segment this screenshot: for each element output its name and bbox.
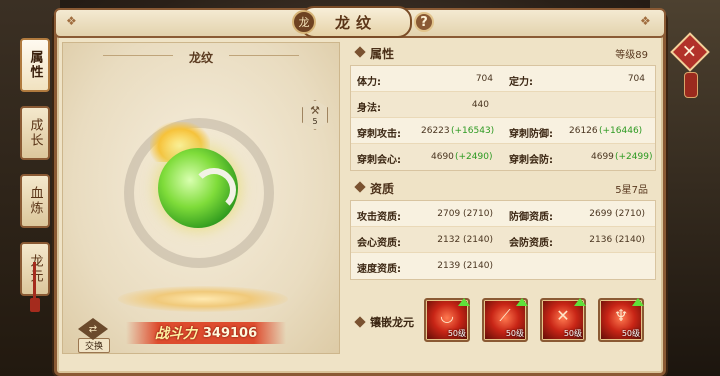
- stat-row: 穿刺会心: 4690 (+2490) 穿刺会防: 4699 (+2499): [351, 144, 655, 170]
- stat-label: 穿刺会心:: [357, 155, 401, 166]
- fire-bowl-icon: ◡: [440, 306, 454, 325]
- corner-knot-icon: ❖: [640, 14, 651, 28]
- level-text: 等级89: [615, 50, 648, 61]
- stat-value: 2699 (2710): [589, 208, 645, 219]
- stat-label: 攻击资质:: [357, 211, 401, 223]
- display-platform: [118, 286, 288, 312]
- tab-growth[interactable]: 成长: [20, 106, 50, 160]
- diamond-bullet-icon: [354, 181, 366, 193]
- stat-bonus: (+2499): [615, 152, 653, 162]
- tab-attributes[interactable]: 属性: [20, 38, 50, 92]
- help-button[interactable]: ?: [414, 12, 434, 32]
- tassel-decoration: [33, 262, 36, 302]
- upgrade-arrow-icon: [574, 298, 586, 306]
- upgrade-arrow-icon: [458, 298, 470, 306]
- stat-label: 定力:: [509, 76, 533, 88]
- stat-row: 会心资质: 2132 (2140) 会防资质: 2136 (2140): [351, 227, 655, 253]
- quality-title: 资质: [370, 182, 395, 196]
- corner-knot-icon: ❖: [66, 14, 77, 28]
- stat-value: 4690: [431, 152, 454, 162]
- gem-slot[interactable]: ⟋ 50级: [482, 298, 528, 342]
- attributes-title: 属性: [370, 47, 395, 61]
- stat-label: 会心资质:: [357, 237, 401, 249]
- stat-label: 穿刺防御:: [509, 128, 553, 140]
- gem-slot[interactable]: ✕ 50级: [540, 298, 586, 342]
- swap-button[interactable]: ⇄ 交换: [78, 318, 110, 353]
- stat-value: 2136 (2140): [589, 234, 645, 245]
- combat-power: 战斗力 349106: [126, 322, 286, 344]
- hammer-icon: ⚒: [310, 103, 320, 117]
- showcase-title: 龙纹: [188, 51, 213, 65]
- quality-table: 攻击资质: 2709 (2710) 防御资质: 2699 (2710) 会心资质: 2…: [350, 200, 656, 280]
- stat-value: 2709 (2710): [437, 208, 493, 219]
- close-icon: ✕: [682, 41, 698, 63]
- stat-value: 2132 (2140): [437, 234, 493, 245]
- stat-value: 2139 (2140): [437, 261, 493, 271]
- stat-value: 704: [627, 73, 645, 84]
- stat-value: 704: [475, 73, 493, 84]
- title-divider: [229, 55, 299, 56]
- combat-power-value: 349106: [202, 325, 258, 341]
- attributes-table: 体力: 704 定力: 704 身法: 440 穿刺攻击: 26223 (+16543) …: [350, 65, 656, 171]
- tab-blood-refine[interactable]: 血炼: [20, 174, 50, 228]
- stat-bonus: (+16543): [451, 125, 495, 136]
- inlay-title: 镶嵌龙元: [370, 316, 414, 329]
- stat-label: 穿刺会防:: [509, 155, 553, 166]
- dragon-emblem-icon: 龙: [292, 10, 316, 34]
- swap-label: 交换: [78, 338, 110, 353]
- fire-cross-icon: ✕: [556, 306, 570, 325]
- stat-bonus: (+16446): [599, 125, 643, 136]
- gem-level: 50级: [505, 329, 524, 338]
- tassel-decoration: [30, 298, 40, 312]
- enhance-level: 5: [312, 116, 318, 126]
- stat-value: 440: [471, 99, 489, 110]
- quality-grade: 5星7品: [615, 185, 648, 196]
- stat-row: 攻击资质: 2709 (2710) 防御资质: 2699 (2710): [351, 201, 655, 227]
- stat-value: 26126: [569, 125, 598, 136]
- side-tabs: 属性 成长 血炼 龙元: [20, 38, 52, 310]
- stat-bonus: (+2490): [455, 152, 493, 162]
- swirl-effect: [192, 168, 236, 212]
- inlay-section: 镶嵌龙元 ◡ 50级 ⟋ 50级 ✕ 50级 ♆ 50级: [350, 298, 656, 350]
- combat-power-label: 战斗力: [154, 326, 197, 342]
- stat-label: 体力:: [357, 76, 381, 88]
- fire-claw-icon: ⟋: [499, 306, 511, 325]
- stat-label: 防御资质:: [509, 211, 553, 223]
- stat-row: 穿刺攻击: 26223 (+16543) 穿刺防御: 26126 (+16446): [351, 118, 655, 144]
- upgrade-arrow-icon: [632, 298, 644, 306]
- diamond-bullet-icon: [354, 316, 366, 328]
- stat-row: 体力: 704 定力: 704: [351, 66, 655, 92]
- title-plaque: 龙纹: [300, 6, 412, 38]
- attributes-header: 属性 等级89: [350, 42, 656, 62]
- lantern-icon: [684, 72, 698, 98]
- gem-level: 50级: [621, 329, 640, 338]
- upgrade-arrow-icon: [516, 298, 528, 306]
- gem-slot[interactable]: ♆ 50级: [598, 298, 644, 342]
- fire-warrior-icon: ♆: [613, 306, 629, 325]
- stat-value: 26223: [421, 125, 450, 136]
- stat-label: 穿刺攻击:: [357, 128, 401, 140]
- gem-level: 50级: [447, 329, 466, 338]
- swap-icon: ⇄: [78, 318, 108, 340]
- stat-row: 身法: 440: [351, 92, 655, 118]
- page-title: 龙纹: [334, 13, 377, 32]
- stat-label: 会防资质:: [509, 237, 553, 249]
- stat-row: 速度资质: 2139 (2140): [351, 253, 655, 279]
- gem-slot[interactable]: ◡ 50级: [424, 298, 470, 342]
- stat-label: 速度资质:: [357, 264, 401, 275]
- diamond-bullet-icon: [354, 46, 366, 58]
- stat-value: 4699: [591, 152, 614, 162]
- stat-label: 身法:: [357, 102, 381, 114]
- quality-header: 资质 5星7品: [350, 177, 656, 197]
- gem-level: 50级: [563, 329, 582, 338]
